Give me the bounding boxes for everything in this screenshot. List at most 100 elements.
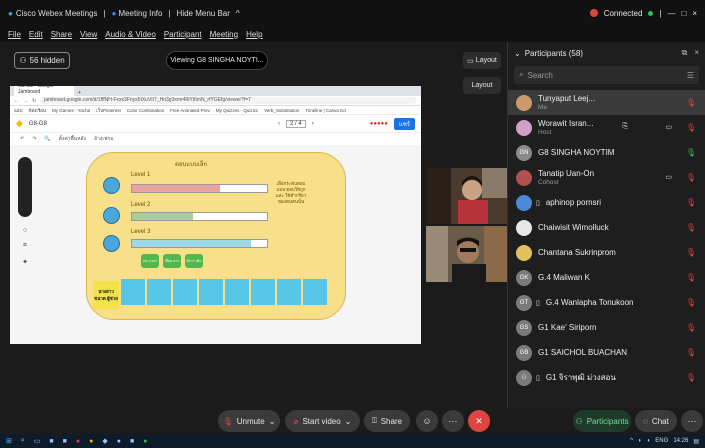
participant-row[interactable]: Tunyaput Leej... Me 🎙 <box>508 90 705 115</box>
name-sticky-note[interactable]: นางสาว ชนาด ผู้ช่วย <box>93 281 119 309</box>
sticky-note[interactable] <box>303 279 327 305</box>
menu-file[interactable]: File <box>8 30 21 39</box>
reload-icon[interactable]: ↻ <box>32 98 36 104</box>
participants-toggle-button[interactable]: ⚇ Participants <box>573 410 631 432</box>
task-view-icon[interactable]: ▭ <box>34 437 41 445</box>
viewing-share-pill[interactable]: Viewing G8 SINGHA NOYTI... <box>166 51 268 70</box>
taskbar-app-icon[interactable]: ◆ <box>102 437 107 445</box>
taskbar-app-icon[interactable]: ■ <box>63 438 67 445</box>
new-tab-icon[interactable]: + <box>78 90 81 96</box>
bookmark-item[interactable]: Color Combination <box>127 108 164 113</box>
sticky-note[interactable] <box>277 279 301 305</box>
bookmark-item[interactable]: Timeline | Canva Ed <box>305 108 345 113</box>
participant-row[interactable]: ⚇ ▯ G1 จิราพุฒิ ม่วงสอน 🎙 <box>508 365 705 390</box>
bookmark-item[interactable]: เว็บPinterest <box>96 107 121 114</box>
layout-button[interactable]: ▭ Layout <box>463 52 501 69</box>
taskbar-app-icon[interactable]: ■ <box>130 438 134 445</box>
close-window-icon[interactable]: × <box>692 9 697 18</box>
chevron-up-icon[interactable]: ^ <box>236 9 240 18</box>
redo-icon[interactable]: ↷ <box>32 136 36 142</box>
clock[interactable]: 14:26 <box>673 438 688 445</box>
muted-mic-icon[interactable]: 🎙 <box>686 248 696 257</box>
shared-screen[interactable]: G8-G8 - Google Jamboard + ← → ↻ jamboard… <box>10 86 421 344</box>
muted-mic-icon[interactable]: 🎙 <box>686 223 696 232</box>
end-meeting-icon[interactable]: ✕ <box>468 410 490 432</box>
participant-row[interactable]: Tanatip Uan-On Cohost ▭ 🎙 <box>508 165 705 190</box>
sticky-note[interactable] <box>199 279 223 305</box>
next-frame-icon[interactable]: › <box>312 121 314 127</box>
taskbar-app-icon[interactable]: ● <box>117 438 121 445</box>
zoom-icon[interactable]: 🔍 <box>44 136 50 142</box>
prev-frame-icon[interactable]: ‹ <box>278 121 280 127</box>
bookmark-item[interactable]: แอป <box>14 107 22 114</box>
video-thumbnail-1[interactable] <box>426 168 507 224</box>
menu-audio-video[interactable]: Audio & Video <box>105 30 156 39</box>
chevron-down-icon[interactable]: ⌄ <box>269 417 276 426</box>
taskbar-app-icon[interactable]: ■ <box>49 438 53 445</box>
chat-toggle-button[interactable]: ◌ Chat <box>635 410 677 432</box>
undo-icon[interactable]: ↶ <box>20 136 24 142</box>
share-jam-button[interactable]: แชร์ <box>393 117 415 130</box>
layout-button-secondary[interactable]: Layout <box>463 77 501 94</box>
participant-row[interactable]: Chaiwisit Wimolluck 🎙 <box>508 215 705 240</box>
taskbar-app-icon[interactable]: ● <box>89 438 93 445</box>
share-button[interactable]: ⍐ Share <box>364 410 410 432</box>
collapse-chevron-icon[interactable]: ⌄ <box>514 49 521 58</box>
sticky-note[interactable] <box>173 279 197 305</box>
back-icon[interactable]: ← <box>14 98 19 104</box>
laser-tool-icon[interactable]: ✦ <box>22 258 28 266</box>
notifications-icon[interactable]: ▤ <box>693 438 699 445</box>
minimize-icon[interactable]: — <box>667 9 675 18</box>
unmuted-mic-icon[interactable]: 🎙 <box>686 148 696 157</box>
muted-mic-icon[interactable]: 🎙 <box>686 98 696 107</box>
muted-mic-icon[interactable]: 🎙 <box>686 348 696 357</box>
tray-chevron-icon[interactable]: ^ <box>630 438 633 445</box>
sort-icon[interactable]: ☰ <box>687 71 694 80</box>
chevron-down-icon[interactable]: ⌄ <box>345 417 352 426</box>
jamboard-canvas[interactable]: ○ ⌗ ✦ ตอบแบบเล็ก Level 1 Level 2 Level 3 <box>10 145 421 344</box>
bookmark-item[interactable]: My Quizzes - Quizizz <box>216 108 258 113</box>
jam-title[interactable]: G8-G8 <box>29 121 47 127</box>
browser-tab[interactable]: G8-G8 - Google Jamboard <box>14 86 74 96</box>
hide-menu-bar-link[interactable]: Hide Menu Bar <box>177 9 230 18</box>
menu-meeting[interactable]: Meeting <box>210 30 238 39</box>
participant-row[interactable]: GB G1 SAICHOL BUACHAN 🎙 <box>508 340 705 365</box>
menu-view[interactable]: View <box>80 30 97 39</box>
forward-icon[interactable]: → <box>23 98 28 104</box>
participant-row[interactable]: Chantana Sukrinprom 🎙 <box>508 240 705 265</box>
circle-tool-icon[interactable]: ○ <box>23 227 27 234</box>
participant-search-field[interactable]: ⌕ Search ☰ <box>514 66 699 84</box>
video-thumbnail-2[interactable] <box>426 226 507 282</box>
muted-mic-icon[interactable]: 🎙 <box>686 298 696 307</box>
participant-row[interactable]: GK G.4 Maliwan K 🎙 <box>508 265 705 290</box>
taskbar-app-icon[interactable]: ● <box>143 438 147 445</box>
menu-help[interactable]: Help <box>246 30 262 39</box>
set-background-button[interactable]: ตั้งค่าพื้นหลัง <box>59 135 86 143</box>
restore-icon[interactable]: □ <box>681 9 686 18</box>
muted-mic-icon[interactable]: 🎙 <box>686 373 696 382</box>
windows-start-icon[interactable]: ⊞ <box>6 437 12 445</box>
popout-icon[interactable]: ⧉ <box>682 48 688 58</box>
sticky-note[interactable] <box>121 279 145 305</box>
volume-icon[interactable]: ◖ <box>647 438 651 445</box>
language-indicator[interactable]: ENG <box>655 438 668 445</box>
participant-row[interactable]: GN G8 SINGHA NOYTIM 🎙 <box>508 140 705 165</box>
participant-row[interactable]: GT ▯ G.4 Wanlapha Tonukoon 🎙 <box>508 290 705 315</box>
reactions-icon[interactable]: ☺ <box>416 410 438 432</box>
menu-participant[interactable]: Participant <box>164 30 202 39</box>
meeting-info-link[interactable]: Meeting Info <box>118 9 162 18</box>
menu-edit[interactable]: Edit <box>29 30 43 39</box>
bookmark-item[interactable]: Free Animated Prev <box>170 108 210 113</box>
participant-row[interactable]: Worawit Isran... Host ⎘ ▭ 🎙 <box>508 115 705 140</box>
select-tool-icon[interactable]: ⌗ <box>23 242 27 250</box>
muted-mic-icon[interactable]: 🎙 <box>686 198 696 207</box>
hidden-participants-button[interactable]: ⚇ 56 hidden <box>14 52 70 69</box>
close-panel-icon[interactable]: × <box>694 48 699 58</box>
network-icon[interactable]: ◗ <box>638 438 642 445</box>
sticky-note[interactable] <box>225 279 249 305</box>
participant-row[interactable]: GS G1 Kae' Siriporn 🎙 <box>508 315 705 340</box>
sticky-note[interactable] <box>251 279 275 305</box>
taskbar-app-icon[interactable]: ● <box>76 438 80 445</box>
unmute-button[interactable]: 🎙 Unmute ⌄ <box>218 410 280 432</box>
bookmark-item[interactable]: Verb_Substitution <box>264 108 299 113</box>
